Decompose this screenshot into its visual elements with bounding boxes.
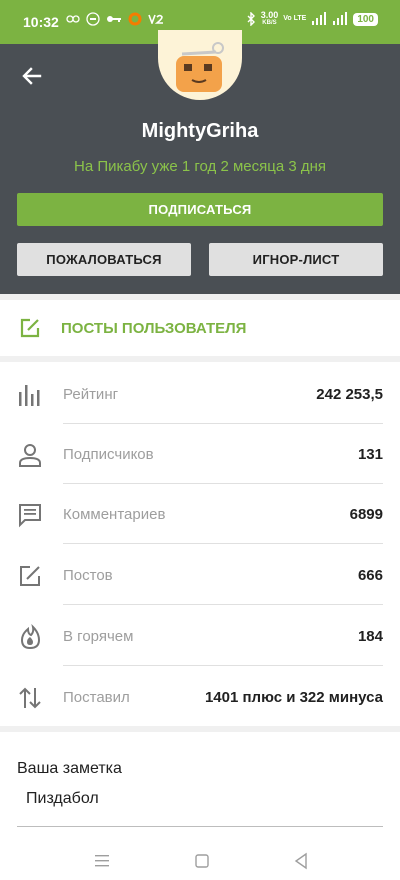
v2-icon	[148, 14, 163, 24]
stat-value: 131	[357, 446, 383, 463]
profile-header: MightyGriha На Пикабу уже 1 год 2 месяца…	[0, 30, 400, 294]
ignore-list-button[interactable]: ИГНОР-ЛИСТ	[209, 243, 383, 276]
battery-icon: 100	[353, 12, 378, 26]
username: MightyGriha	[141, 120, 259, 142]
key-icon	[107, 16, 121, 22]
stat-label: В горячем	[63, 628, 134, 645]
status-time: 10:32	[23, 14, 59, 30]
menu-icon[interactable]	[93, 848, 111, 874]
stat-label: Поставил	[63, 689, 130, 706]
stat-value: 1401 плюс и 322 минуса	[204, 689, 383, 706]
stat-value: 6899	[349, 506, 383, 523]
stat-label: Постов	[63, 567, 113, 584]
avatar-image	[176, 42, 224, 92]
stat-row-posts: Постов 666	[0, 545, 400, 605]
subscribe-button[interactable]: ПОДПИСАТЬСЯ	[17, 193, 383, 226]
member-since: На Пикабу уже 1 год 2 месяца 3 дня	[73, 158, 327, 175]
back-arrow-icon[interactable]	[20, 64, 44, 88]
record-icon	[128, 12, 142, 26]
comment-icon	[19, 504, 41, 528]
stat-value: 184	[357, 628, 383, 645]
link-icon	[66, 15, 80, 23]
edit-icon	[20, 566, 40, 586]
note-field[interactable]: Пиздабол	[26, 790, 99, 808]
signal-icon-2	[333, 12, 348, 25]
stat-row-hot: В горячем 184	[0, 606, 400, 666]
stats-card: Рейтинг 242 253,5 Подписчиков 131 Коммен…	[0, 362, 400, 726]
user-posts-link[interactable]: ПОСТЫ ПОЛЬЗОВАТЕЛЯ	[0, 300, 400, 356]
bluetooth-icon	[247, 12, 255, 26]
stat-value: 242 253,5	[316, 386, 383, 403]
system-nav-bar	[0, 842, 400, 880]
swap-vertical-icon	[19, 687, 41, 709]
bar-chart-icon	[19, 385, 40, 406]
stat-value: 666	[357, 567, 383, 584]
note-card: Ваша заметка Пиздабол	[0, 732, 400, 842]
person-icon	[19, 444, 41, 467]
back-icon[interactable]	[292, 848, 310, 874]
home-icon[interactable]	[193, 848, 211, 874]
stat-label: Комментариев	[63, 506, 166, 523]
signal-icon	[312, 12, 327, 25]
report-button[interactable]: ПОЖАЛОВАТЬСЯ	[17, 243, 191, 276]
volte-label: Vo LTE	[283, 15, 307, 22]
network-speed: 3.00 KB/S	[260, 10, 279, 27]
stat-row-votes: Поставил 1401 плюс и 322 минуса	[0, 667, 400, 727]
stat-row-comments: Комментариев 6899	[0, 484, 400, 544]
note-title: Ваша заметка	[17, 760, 122, 777]
stat-label: Рейтинг	[63, 386, 119, 403]
user-posts-label: ПОСТЫ ПОЛЬЗОВАТЕЛЯ	[61, 320, 247, 337]
notification-badge-icon	[86, 12, 100, 26]
edit-icon	[20, 318, 40, 338]
stat-label: Подписчиков	[63, 446, 154, 463]
divider	[63, 543, 383, 544]
divider	[63, 665, 383, 666]
stat-row-subscribers: Подписчиков 131	[0, 424, 400, 484]
status-system-icons: 3.00 KB/S Vo LTE 100	[246, 11, 378, 27]
avatar	[158, 30, 242, 100]
stat-row-rating: Рейтинг 242 253,5	[0, 364, 400, 424]
note-underline	[17, 826, 383, 827]
flame-icon	[20, 624, 41, 650]
status-notification-icons	[66, 12, 164, 26]
divider	[63, 604, 383, 605]
